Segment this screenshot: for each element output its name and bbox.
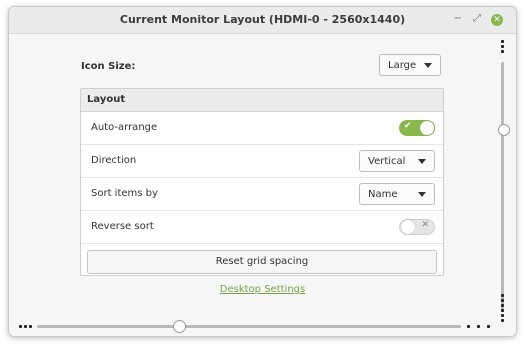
scroll-down-dots[interactable]: [501, 292, 505, 324]
switch-knob: [401, 220, 415, 234]
horizontal-scrollbar[interactable]: [37, 325, 461, 328]
direction-row: Direction Vertical: [81, 145, 443, 178]
direction-value: Vertical: [368, 156, 406, 167]
auto-arrange-switch[interactable]: ✔: [399, 120, 435, 136]
minimize-button[interactable]: −: [451, 13, 465, 27]
switch-knob: [420, 121, 434, 135]
reset-grid-spacing-button[interactable]: Reset grid spacing: [87, 250, 437, 274]
sort-items-label: Sort items by: [91, 188, 158, 199]
window-content: Icon Size: Large Layout Auto-arrange ✔ D…: [9, 34, 516, 336]
chevron-down-icon: [424, 63, 432, 68]
reverse-sort-switch[interactable]: ✕: [399, 219, 435, 235]
window-title: Current Monitor Layout (HDMI-0 - 2560x14…: [119, 13, 406, 26]
check-icon: ✔: [404, 121, 412, 131]
direction-label: Direction: [91, 155, 137, 166]
chevron-down-icon: [418, 192, 426, 197]
sort-items-value: Name: [368, 189, 398, 200]
scroll-right-dots[interactable]: [467, 325, 492, 329]
horizontal-scroll-thumb[interactable]: [173, 320, 186, 333]
maximize-button[interactable]: ⤢: [470, 13, 484, 27]
vertical-scrollbar[interactable]: [501, 62, 504, 312]
reset-row: Reset grid spacing: [81, 244, 443, 284]
layout-header: Layout: [81, 89, 443, 112]
icon-size-label: Icon Size:: [81, 61, 136, 72]
direction-dropdown[interactable]: Vertical: [359, 150, 435, 172]
x-icon: ✕: [421, 220, 429, 230]
scroll-up-dots[interactable]: [501, 38, 505, 55]
sort-items-row: Sort items by Name: [81, 178, 443, 211]
monitor-layout-window: Current Monitor Layout (HDMI-0 - 2560x14…: [8, 6, 517, 337]
scroll-left-dots[interactable]: [19, 325, 34, 329]
layout-frame: Layout Auto-arrange ✔ Direction Vertical…: [80, 88, 444, 276]
reverse-sort-label: Reverse sort: [91, 221, 154, 232]
sort-items-dropdown[interactable]: Name: [359, 183, 435, 205]
vertical-scroll-thumb[interactable]: [498, 124, 510, 136]
reverse-sort-row: Reverse sort ✕: [81, 211, 443, 244]
auto-arrange-label: Auto-arrange: [91, 122, 158, 133]
auto-arrange-row: Auto-arrange ✔: [81, 112, 443, 145]
desktop-settings-link[interactable]: Desktop Settings: [9, 284, 516, 295]
close-button[interactable]: ✕: [491, 14, 503, 26]
icon-size-value: Large: [388, 60, 417, 71]
chevron-down-icon: [418, 159, 426, 164]
title-bar: Current Monitor Layout (HDMI-0 - 2560x14…: [9, 7, 516, 34]
icon-size-dropdown[interactable]: Large: [379, 54, 441, 76]
